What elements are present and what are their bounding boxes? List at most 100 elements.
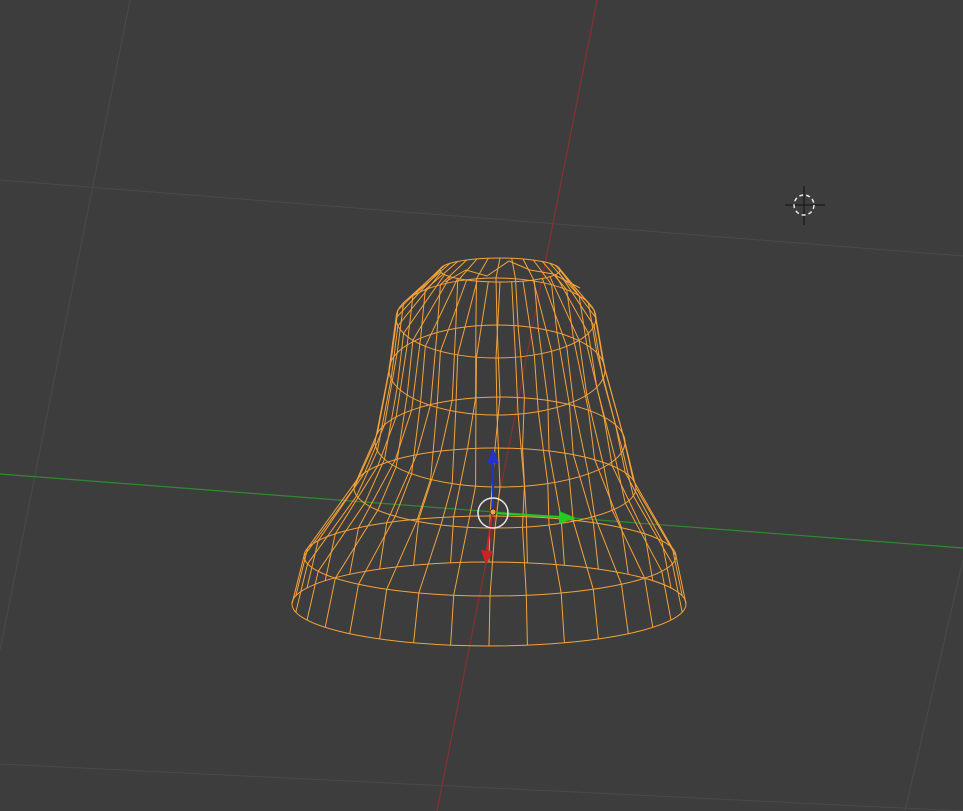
mesh-edge [532,279,553,352]
mesh-edge [451,328,457,401]
mesh-edge [572,338,589,411]
mesh-edge [644,578,654,628]
mesh-edge [377,416,397,466]
mesh-edge [324,533,336,581]
mesh-edge [411,401,422,474]
mesh-edge [525,516,528,563]
mesh-edge [420,346,426,402]
mesh-edge [568,479,574,522]
mesh-edge [551,351,558,408]
mesh-edge [511,281,516,358]
mesh-edge [453,527,468,596]
mesh-edge [440,483,453,526]
mesh-edge [587,333,598,388]
mesh-edge [675,555,687,605]
mesh-edge [450,516,455,563]
object-origin-icon [489,508,497,516]
grid-line [0,0,131,651]
mesh-edge [537,328,549,401]
bell-mesh-wireframe[interactable] [291,257,687,647]
mesh-edge [621,527,629,575]
mesh-edge [533,354,539,412]
mesh-edge [436,284,441,333]
mesh-edge [621,584,629,634]
mesh-edge [453,448,468,517]
mesh-edge [416,404,432,455]
mesh-edge [495,357,498,416]
mesh-edge [467,486,477,528]
mesh-edge [440,400,453,452]
mesh-edge [596,352,616,425]
mesh-edge [413,592,420,643]
mesh-edge [412,262,451,297]
3d-cursor-icon[interactable] [785,186,825,225]
mesh-edge [395,269,441,319]
mesh-edge [494,486,501,529]
mesh-edge [495,277,498,326]
mesh-edge [397,271,442,327]
mesh-edge [467,397,477,449]
mesh-edge [388,317,397,371]
mesh-edge [451,411,457,484]
mesh-edge [522,397,525,449]
mesh-edge [349,527,359,575]
mesh-edge [578,340,588,396]
mesh-edge [568,404,574,455]
z-axis-arrow-icon[interactable] [487,448,499,463]
mesh-edge [291,555,305,605]
mesh-edge [334,509,379,579]
3d-viewport[interactable] [0,0,963,811]
mesh-edge [353,441,376,489]
mesh-edge [424,278,459,347]
grid-line [904,559,963,811]
mesh-edge [476,281,489,358]
mesh-edge [450,595,455,646]
mesh-edge [603,466,613,511]
mesh-edge [376,378,392,451]
mesh-edge [455,354,459,412]
mesh-edge [517,325,525,398]
mesh-edge [306,571,319,621]
mesh-edge [522,527,527,596]
mesh-edge [558,272,595,327]
mesh-edge [430,407,438,480]
mesh-edge [307,479,358,549]
mesh-edge [548,524,562,594]
mesh-edge [475,357,477,415]
mesh-edge [592,589,599,639]
mesh-edge [358,459,396,528]
floor-grid [0,0,963,811]
mesh-edge [439,279,468,352]
mesh-edge [496,414,501,488]
mesh-edge [386,521,418,590]
y-axis-line [0,473,963,549]
mesh-edge [406,340,414,396]
mesh-edge [418,450,442,520]
mesh-edge [324,578,336,628]
mesh-edge [525,595,528,646]
mesh-edge [386,454,418,523]
mesh-edge [632,479,673,549]
mesh-edge [379,522,388,570]
grid-line [0,763,963,811]
mesh-edge [522,486,525,528]
mesh-edge [587,410,596,460]
mesh-edge [592,522,599,570]
mesh-edge [511,258,516,279]
mesh-edge [611,509,646,579]
mesh-edge [394,473,413,517]
x-axis-arrow-icon[interactable] [481,550,493,565]
mesh-edge [547,400,550,452]
mesh-edge [515,278,519,326]
mesh-edge [556,407,570,480]
mesh-edge [349,584,359,634]
mesh-edge [416,479,432,522]
mesh-edge [430,332,438,405]
mesh-edge [547,483,550,526]
mesh-edge [548,450,562,520]
grid-line [0,179,963,257]
mesh-edge [436,351,441,408]
mesh-edge [424,261,458,291]
mesh-edge [560,592,565,643]
mesh-edge [457,280,478,356]
